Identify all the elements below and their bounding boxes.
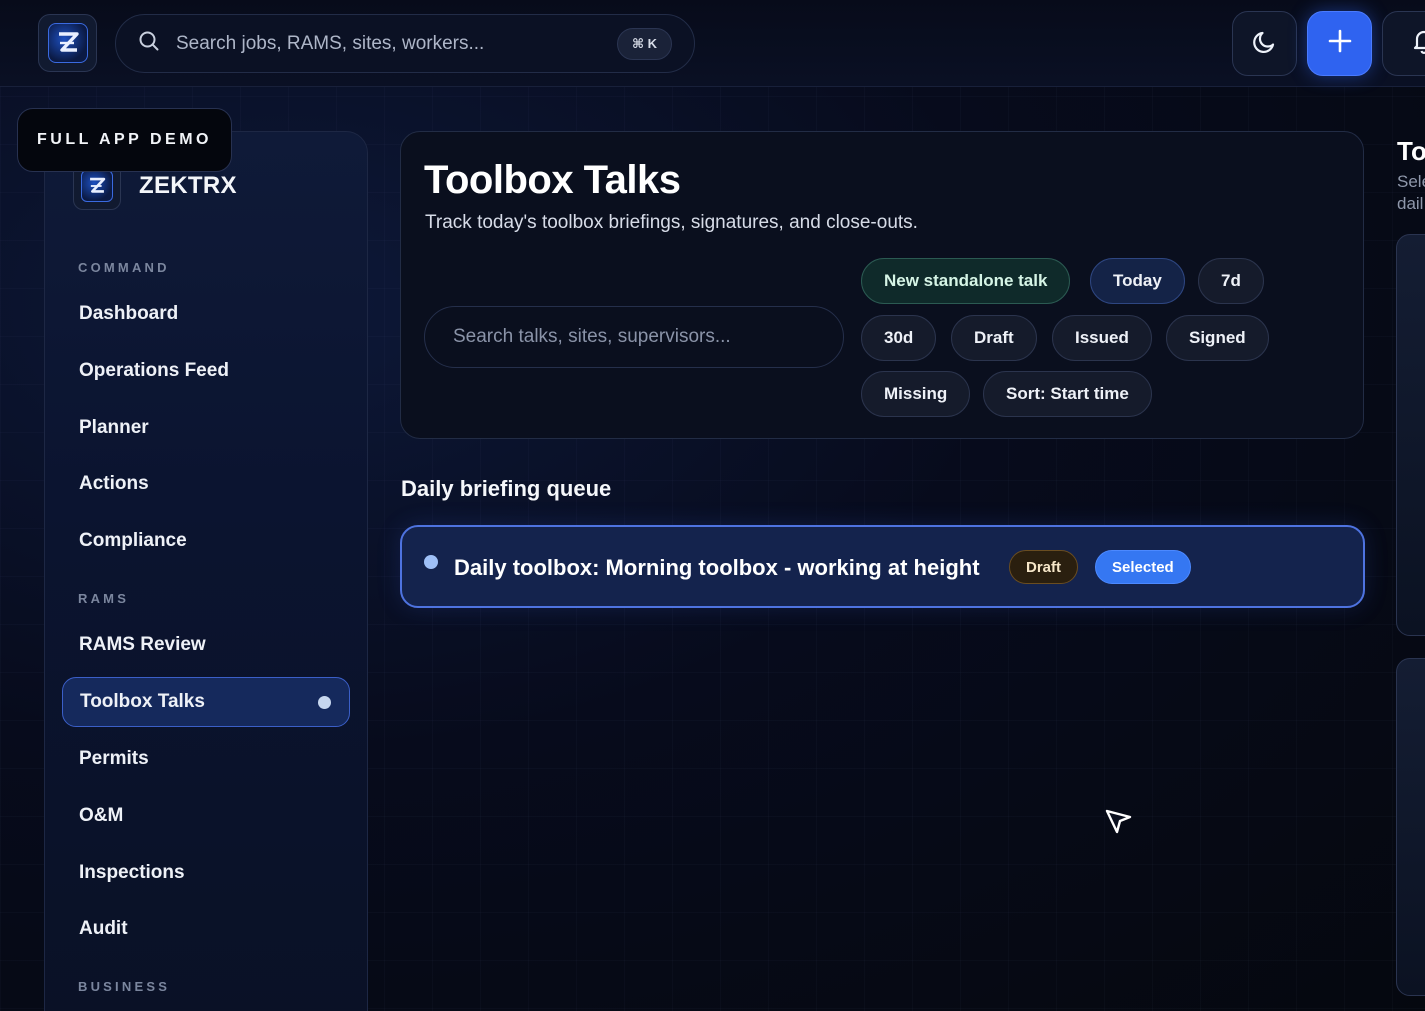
sidebar-item-label: RAMS Review (79, 634, 206, 655)
sidebar-item-label: Planner (79, 417, 149, 438)
active-indicator-dot (318, 696, 331, 709)
section-label-command: COMMAND (78, 260, 170, 275)
app-logo[interactable] (38, 14, 97, 72)
filter-7d-chip[interactable]: 7d (1198, 258, 1264, 304)
queue-title: Daily briefing queue (401, 476, 612, 501)
filter-missing-chip[interactable]: Missing (861, 371, 971, 417)
theme-toggle-button[interactable] (1232, 11, 1297, 76)
queue-row[interactable]: Daily toolbox: Morning toolbox - working… (400, 525, 1365, 608)
detail-panel-subtitle: Sele dail (1397, 171, 1425, 215)
sidebar-item-label: Inspections (79, 862, 185, 883)
sidebar-item-label: Actions (79, 473, 149, 494)
plus-icon (1327, 28, 1353, 59)
sidebar-item-operations-feed[interactable]: Operations Feed (62, 346, 350, 396)
sidebar-item-dashboard[interactable]: Dashboard (62, 289, 350, 339)
notifications-button[interactable] (1382, 11, 1425, 76)
sidebar-item-label: Dashboard (79, 303, 179, 324)
detail-card[interactable] (1396, 234, 1425, 636)
detail-card[interactable] (1396, 658, 1425, 996)
zektrx-logo-icon (47, 23, 88, 63)
sidebar-item-label: Audit (79, 918, 128, 939)
sidebar: ZEKTRX COMMAND Dashboard Operations Feed… (44, 131, 368, 1011)
sidebar-item-rams-review[interactable]: RAMS Review (62, 620, 350, 670)
sort-start-time-chip[interactable]: Sort: Start time (983, 371, 1152, 417)
filter-draft-chip[interactable]: Draft (951, 315, 1037, 361)
section-label-business: BUSINESS (78, 979, 171, 994)
sidebar-item-inspections[interactable]: Inspections (62, 848, 350, 898)
moon-icon (1251, 27, 1279, 60)
detail-panel-subtitle-line2: dail (1397, 194, 1424, 213)
sidebar-item-compliance[interactable]: Compliance (62, 516, 350, 566)
status-dot (424, 555, 438, 569)
shortcut-hint: ⌘ K (616, 28, 672, 60)
brand-name: ZEKTRX (139, 172, 237, 199)
filter-signed-chip[interactable]: Signed (1166, 315, 1269, 361)
demo-badge: FULL APP DEMO (17, 108, 232, 172)
sidebar-item-actions[interactable]: Actions (62, 459, 350, 509)
talks-search (424, 306, 844, 368)
search-icon (138, 30, 160, 57)
detail-panel-title: To (1397, 136, 1425, 166)
filter-today-chip[interactable]: Today (1090, 258, 1185, 304)
selected-badge: Selected (1095, 550, 1191, 584)
sidebar-item-permits[interactable]: Permits (62, 734, 350, 784)
sidebar-item-toolbox-talks[interactable]: Toolbox Talks (62, 677, 350, 727)
status-badge-draft: Draft (1009, 550, 1079, 584)
global-search-placeholder: Search jobs, RAMS, sites, workers... (176, 32, 485, 54)
talks-search-input[interactable] (453, 326, 843, 348)
sidebar-item-label: Compliance (79, 530, 187, 551)
sidebar-item-planner[interactable]: Planner (62, 403, 350, 453)
page-title: Toolbox Talks (424, 158, 681, 202)
top-bar: Search jobs, RAMS, sites, workers... ⌘ K (0, 0, 1425, 87)
sidebar-item-label: Permits (79, 748, 149, 769)
sidebar-item-om[interactable]: O&M (62, 791, 350, 841)
sidebar-item-label: Operations Feed (79, 360, 229, 381)
filter-issued-chip[interactable]: Issued (1052, 315, 1152, 361)
page-header-card: Toolbox Talks Track today's toolbox brie… (400, 131, 1364, 439)
mouse-cursor-icon (1103, 805, 1135, 837)
new-standalone-talk-button[interactable]: New standalone talk (861, 258, 1071, 304)
create-new-button[interactable] (1307, 11, 1372, 76)
section-label-rams: RAMS (78, 591, 130, 606)
page-subtitle: Track today's toolbox briefings, signatu… (425, 212, 918, 233)
queue-row-title: Daily toolbox: Morning toolbox - working… (454, 555, 980, 580)
sidebar-item-label: O&M (79, 805, 124, 826)
bell-icon (1410, 27, 1425, 60)
sidebar-item-audit[interactable]: Audit (62, 904, 350, 954)
detail-panel-subtitle-line1: Sele (1397, 172, 1425, 191)
global-search[interactable]: Search jobs, RAMS, sites, workers... ⌘ K (115, 14, 695, 73)
sidebar-item-label: Toolbox Talks (80, 691, 205, 712)
filter-30d-chip[interactable]: 30d (861, 315, 937, 361)
zektrx-logo-icon (81, 170, 113, 202)
